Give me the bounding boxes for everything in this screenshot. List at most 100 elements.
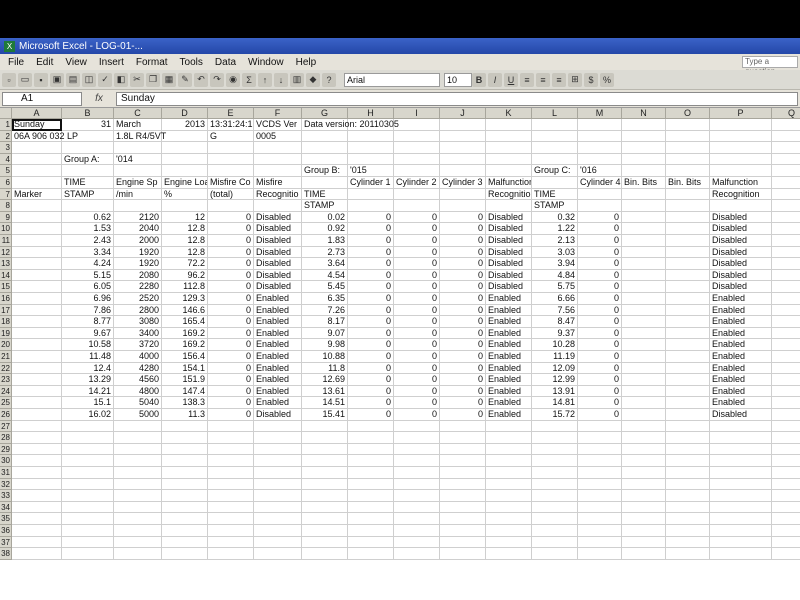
cell-k35[interactable] xyxy=(486,513,532,525)
cell-q31[interactable] xyxy=(772,467,800,479)
cell-n23[interactable] xyxy=(622,374,666,386)
cell-j35[interactable] xyxy=(440,513,486,525)
cell-h4[interactable] xyxy=(348,153,394,166)
cell-k15[interactable]: Disabled xyxy=(486,281,532,293)
spelling-icon[interactable]: ✓ xyxy=(98,72,112,87)
cell-e31[interactable] xyxy=(208,467,254,479)
cell-e22[interactable]: 0 xyxy=(208,362,254,375)
cell-k20[interactable]: Enabled xyxy=(486,339,532,351)
cell-a33[interactable] xyxy=(12,490,62,502)
cell-j27[interactable] xyxy=(440,420,486,433)
cell-l38[interactable] xyxy=(532,548,578,560)
row-header-3[interactable]: 3 xyxy=(0,142,12,154)
cell-g14[interactable]: 4.54 xyxy=(302,269,348,282)
cell-n29[interactable] xyxy=(622,443,666,456)
cell-c11[interactable]: 2000 xyxy=(114,235,162,247)
cell-o34[interactable] xyxy=(666,501,710,514)
menu-tools[interactable]: Tools xyxy=(174,57,209,68)
cell-a10[interactable] xyxy=(12,223,62,235)
cell-c12[interactable]: 1920 xyxy=(114,246,162,259)
cell-h32[interactable] xyxy=(348,478,394,491)
row-header-7[interactable]: 7 xyxy=(0,188,12,201)
percent-icon[interactable]: % xyxy=(600,72,614,87)
cell-c14[interactable]: 2080 xyxy=(114,269,162,282)
cell-k25[interactable]: Enabled xyxy=(486,397,532,409)
cell-m25[interactable]: 0 xyxy=(578,397,622,409)
cell-n20[interactable] xyxy=(622,339,666,351)
cell-j1[interactable] xyxy=(440,119,486,131)
row-header-14[interactable]: 14 xyxy=(0,269,12,282)
cell-i15[interactable]: 0 xyxy=(394,281,440,293)
cell-g1[interactable]: Data version: 20110305 xyxy=(302,119,399,131)
cell-o33[interactable] xyxy=(666,490,710,502)
cell-n6[interactable]: Bin. Bits xyxy=(622,177,666,189)
cell-l24[interactable]: 13.91 xyxy=(532,385,578,398)
cell-i17[interactable]: 0 xyxy=(394,304,440,317)
cell-b38[interactable] xyxy=(62,548,114,560)
cell-j4[interactable] xyxy=(440,153,486,166)
cell-n5[interactable] xyxy=(622,165,666,177)
cell-h10[interactable]: 0 xyxy=(348,223,394,235)
redo-icon[interactable]: ↷ xyxy=(210,72,224,87)
cell-f21[interactable]: Enabled xyxy=(254,351,302,363)
cell-e17[interactable]: 0 xyxy=(208,304,254,317)
cell-d12[interactable]: 12.8 xyxy=(162,246,208,259)
cell-c8[interactable] xyxy=(114,200,162,212)
cell-k22[interactable]: Enabled xyxy=(486,362,532,375)
cell-q5[interactable] xyxy=(772,165,800,177)
cell-p9[interactable]: Disabled xyxy=(710,211,772,224)
cell-q11[interactable] xyxy=(772,235,800,247)
column-header-o[interactable]: O xyxy=(666,108,710,119)
cell-a14[interactable] xyxy=(12,269,62,282)
cell-d28[interactable] xyxy=(162,432,208,444)
cell-q27[interactable] xyxy=(772,421,800,433)
cell-q1[interactable] xyxy=(772,119,800,131)
cell-n36[interactable] xyxy=(622,525,666,537)
cell-p18[interactable]: Enabled xyxy=(710,316,772,328)
cell-j15[interactable]: 0 xyxy=(440,281,486,293)
cell-p7[interactable]: Recognition xyxy=(710,188,772,201)
cell-f34[interactable] xyxy=(254,501,302,514)
cell-d35[interactable] xyxy=(162,513,208,525)
cell-a6[interactable] xyxy=(12,177,62,189)
cell-h19[interactable]: 0 xyxy=(348,327,394,340)
cell-e10[interactable]: 0 xyxy=(208,223,254,235)
cell-k33[interactable] xyxy=(486,490,532,502)
cell-p3[interactable] xyxy=(710,142,772,154)
cell-a17[interactable] xyxy=(12,304,62,317)
cell-d20[interactable]: 169.2 xyxy=(162,339,208,351)
cell-a7[interactable]: Marker xyxy=(12,188,62,201)
cell-a30[interactable] xyxy=(12,455,62,467)
cell-l23[interactable]: 12.99 xyxy=(532,374,578,386)
cell-k26[interactable]: Enabled xyxy=(486,409,532,421)
cell-g2[interactable] xyxy=(302,130,348,143)
cell-q19[interactable] xyxy=(772,328,800,340)
cell-d19[interactable]: 169.2 xyxy=(162,327,208,340)
cell-g3[interactable] xyxy=(302,142,348,154)
cell-m19[interactable]: 0 xyxy=(578,327,622,340)
cell-q32[interactable] xyxy=(772,479,800,491)
row-header-25[interactable]: 25 xyxy=(0,397,12,409)
formula-input[interactable]: Sunday xyxy=(116,91,798,106)
cell-o35[interactable] xyxy=(666,513,710,525)
cell-f38[interactable] xyxy=(254,548,302,560)
cell-j18[interactable]: 0 xyxy=(440,316,486,328)
menu-file[interactable]: File xyxy=(2,57,30,68)
column-header-n[interactable]: N xyxy=(622,108,666,119)
cell-q22[interactable] xyxy=(772,363,800,375)
align-left-icon[interactable]: ≡ xyxy=(520,72,534,87)
cell-b3[interactable] xyxy=(62,142,114,154)
cell-g11[interactable]: 1.83 xyxy=(302,235,348,247)
cell-a5[interactable] xyxy=(12,165,62,177)
cell-k37[interactable] xyxy=(486,536,532,549)
cell-n35[interactable] xyxy=(622,513,666,525)
cell-k32[interactable] xyxy=(486,478,532,491)
cell-a1[interactable]: Sunday xyxy=(12,119,62,131)
cell-i24[interactable]: 0 xyxy=(394,385,440,398)
cell-p26[interactable]: Disabled xyxy=(710,409,772,421)
cell-q34[interactable] xyxy=(772,502,800,514)
cell-o37[interactable] xyxy=(666,536,710,549)
cell-o5[interactable] xyxy=(666,165,710,177)
cell-n10[interactable] xyxy=(622,223,666,235)
cell-c4[interactable]: '014 xyxy=(114,153,162,166)
